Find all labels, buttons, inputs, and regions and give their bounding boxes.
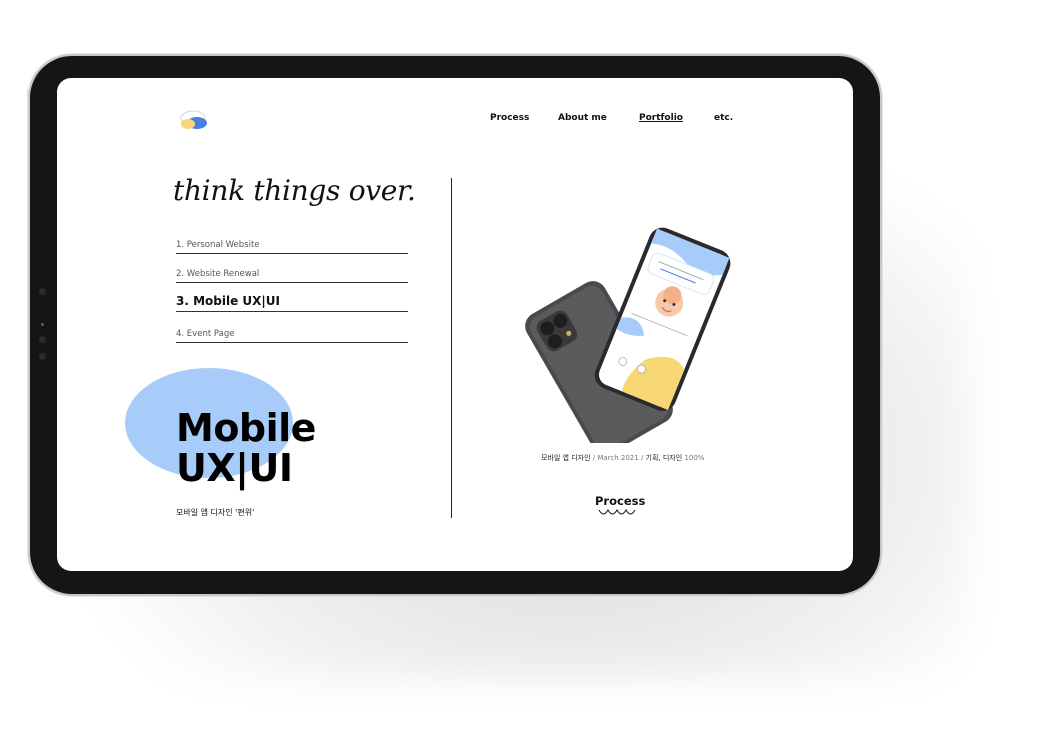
sensor-dot — [41, 323, 44, 326]
wave-underline-icon — [598, 509, 636, 515]
list-item-label: 2. Website Renewal — [176, 269, 260, 279]
nav-etc[interactable]: etc. — [714, 113, 733, 123]
process-link[interactable]: Process — [595, 494, 645, 508]
hero-title: Mobile UX|UI — [176, 408, 316, 488]
camera-dot-2 — [39, 336, 46, 343]
hero-title-line1: Mobile — [176, 406, 316, 450]
list-item-label: 3. Mobile UX|UI — [176, 294, 280, 308]
project-caption: 모바일 앱 디자인 / March 2021 / 기획, 디자인 100% — [541, 453, 704, 463]
nav-portfolio[interactable]: Portfolio — [639, 113, 683, 123]
phone-mockup-image — [525, 227, 731, 443]
list-item-label: 1. Personal Website — [176, 240, 260, 250]
nav-process[interactable]: Process — [490, 113, 529, 123]
tagline: think things over. — [173, 174, 416, 207]
list-item-event-page[interactable]: 4. Event Page — [176, 329, 408, 343]
nav-about-me[interactable]: About me — [558, 113, 607, 123]
caption-date: / March 2021 / — [590, 454, 646, 462]
list-item-website-renewal[interactable]: 2. Website Renewal — [176, 269, 408, 283]
caption-percent: 100% — [682, 454, 705, 462]
website-screen: Process About me Portfolio etc. think th… — [57, 78, 853, 571]
list-item-label: 4. Event Page — [176, 329, 235, 339]
list-item-personal-website[interactable]: 1. Personal Website — [176, 240, 408, 254]
caption-role: 기획, 디자인 — [645, 454, 683, 462]
list-item-mobile-uxui[interactable]: 3. Mobile UX|UI — [176, 294, 408, 312]
camera-dot — [39, 288, 46, 295]
logo-icon[interactable] — [178, 109, 208, 131]
camera-dot-3 — [39, 353, 46, 360]
vertical-divider — [451, 178, 452, 518]
hero-title-line2: UX|UI — [176, 446, 293, 490]
hero-subtitle: 모바일 앱 디자인 '편위' — [176, 508, 255, 517]
caption-type: 모바일 앱 디자인 — [541, 454, 591, 462]
